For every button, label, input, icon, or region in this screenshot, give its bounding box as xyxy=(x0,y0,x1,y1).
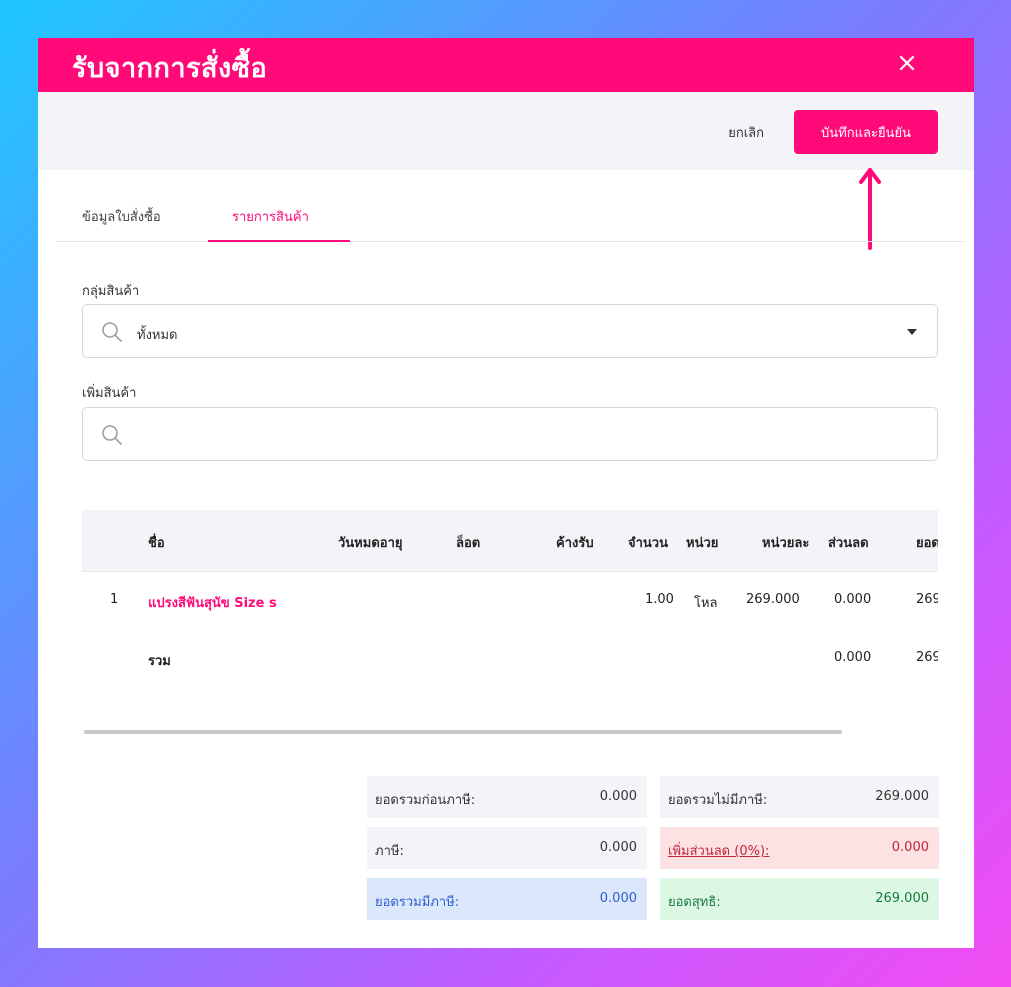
summary-add-discount: เพิ่มส่วนลด (0%): 0.000 xyxy=(660,827,939,869)
summary-label: ภาษี: xyxy=(375,844,404,859)
table-header: ชื่อ วันหมดอายุ ล็อต ค้างรับ จำนวน หน่วย… xyxy=(82,510,938,572)
dialog-title: รับจากการสั่งซื้อ xyxy=(72,53,268,84)
table-horizontal-scrollbar[interactable] xyxy=(84,730,842,734)
col-total: ยอด xyxy=(916,536,938,551)
receive-purchase-dialog: รับจากการสั่งซื้อ ยกเลิก บันทึกและยืนยัน… xyxy=(38,38,974,948)
add-product-label: เพิ่มสินค้า xyxy=(82,386,137,401)
summary-value: 0.000 xyxy=(599,891,637,906)
tab-order-info[interactable]: ข้อมูลใบสั่งซื้อ xyxy=(82,206,161,227)
summary-label: ยอดรวมมีภาษี: xyxy=(375,895,460,910)
summary-label: ยอดรวมไม่มีภาษี: xyxy=(668,793,768,808)
table-divider xyxy=(82,571,938,572)
summary-label: ยอดรวมก่อนภาษี: xyxy=(375,793,476,808)
row-qty: 1.00 xyxy=(645,592,674,607)
col-expiry: วันหมดอายุ xyxy=(338,536,403,551)
action-bar: ยกเลิก บันทึกและยืนยัน xyxy=(38,92,974,170)
cancel-button[interactable]: ยกเลิก xyxy=(728,122,764,143)
footer-discount: 0.000 xyxy=(834,650,872,665)
row-unit: โหล xyxy=(694,596,718,611)
summary-tax: ภาษี: 0.000 xyxy=(367,827,647,869)
summary-subtotal-before-tax: ยอดรวมก่อนภาษี: 0.000 xyxy=(367,776,647,818)
summary-value: 269.000 xyxy=(875,789,929,804)
search-icon xyxy=(102,322,122,342)
col-qty: จำนวน xyxy=(628,536,668,551)
col-lot: ล็อต xyxy=(456,536,481,551)
search-icon xyxy=(102,425,122,445)
footer-total: 269.000 xyxy=(916,650,938,665)
tab-bar: ข้อมูลใบสั่งซื้อ รายการสินค้า xyxy=(56,188,964,242)
summary-value: 269.000 xyxy=(875,891,929,906)
tab-product-list[interactable]: รายการสินค้า xyxy=(232,206,309,227)
product-group-select[interactable]: ทั้งหมด xyxy=(82,304,938,358)
row-product-name[interactable]: แปรงสีฟันสุนัข Size s xyxy=(148,592,277,613)
col-name: ชื่อ xyxy=(148,536,165,551)
col-pending: ค้างรับ xyxy=(556,536,594,551)
summary-label: ยอดสุทธิ: xyxy=(668,895,721,910)
col-unit: หน่วย xyxy=(686,536,719,551)
row-total: 269.000 xyxy=(916,592,938,607)
summary-net-total: ยอดสุทธิ: 269.000 xyxy=(660,878,939,920)
summary-value: 0.000 xyxy=(891,840,929,855)
save-confirm-button[interactable]: บันทึกและยืนยัน xyxy=(794,110,938,154)
col-discount: ส่วนลด xyxy=(828,536,869,551)
product-table: ชื่อ วันหมดอายุ ล็อต ค้างรับ จำนวน หน่วย… xyxy=(82,510,938,675)
summary-total-with-tax: ยอดรวมมีภาษี: 0.000 xyxy=(367,878,647,920)
active-tab-indicator xyxy=(208,240,350,242)
summary-value: 0.000 xyxy=(599,840,637,855)
col-unit-price: หน่วยละ xyxy=(762,536,810,551)
chevron-down-icon xyxy=(907,329,917,335)
dialog-header: รับจากการสั่งซื้อ xyxy=(38,38,974,92)
add-discount-link[interactable]: เพิ่มส่วนลด (0%): xyxy=(668,840,769,861)
summary-value: 0.000 xyxy=(599,789,637,804)
add-product-input[interactable] xyxy=(82,407,938,461)
close-button[interactable] xyxy=(892,48,922,78)
row-unit-price: 269.000 xyxy=(746,592,800,607)
row-discount: 0.000 xyxy=(834,592,872,607)
summary-total-no-tax: ยอดรวมไม่มีภาษี: 269.000 xyxy=(660,776,939,818)
product-group-label: กลุ่มสินค้า xyxy=(82,284,140,299)
footer-label: รวม xyxy=(148,654,171,669)
close-icon xyxy=(899,55,915,71)
row-index: 1 xyxy=(110,592,119,607)
product-group-value: ทั้งหมด xyxy=(137,328,178,343)
